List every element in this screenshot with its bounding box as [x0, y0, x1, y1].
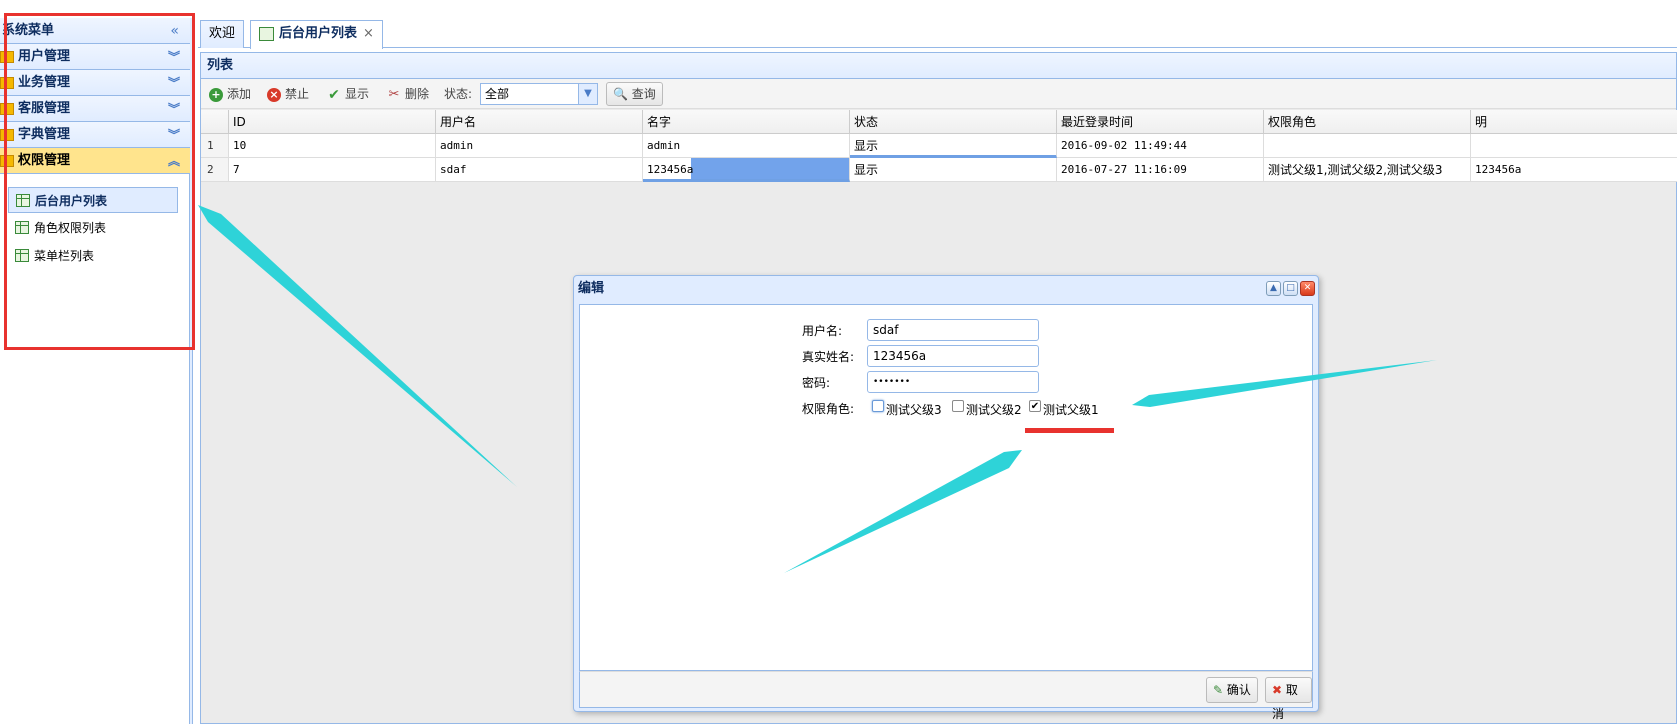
- annotation-arrow: [784, 450, 1022, 573]
- annotation-arrow: [1132, 360, 1437, 407]
- annotation-arrows: [198, 205, 1437, 573]
- annotation-arrow: [198, 205, 517, 487]
